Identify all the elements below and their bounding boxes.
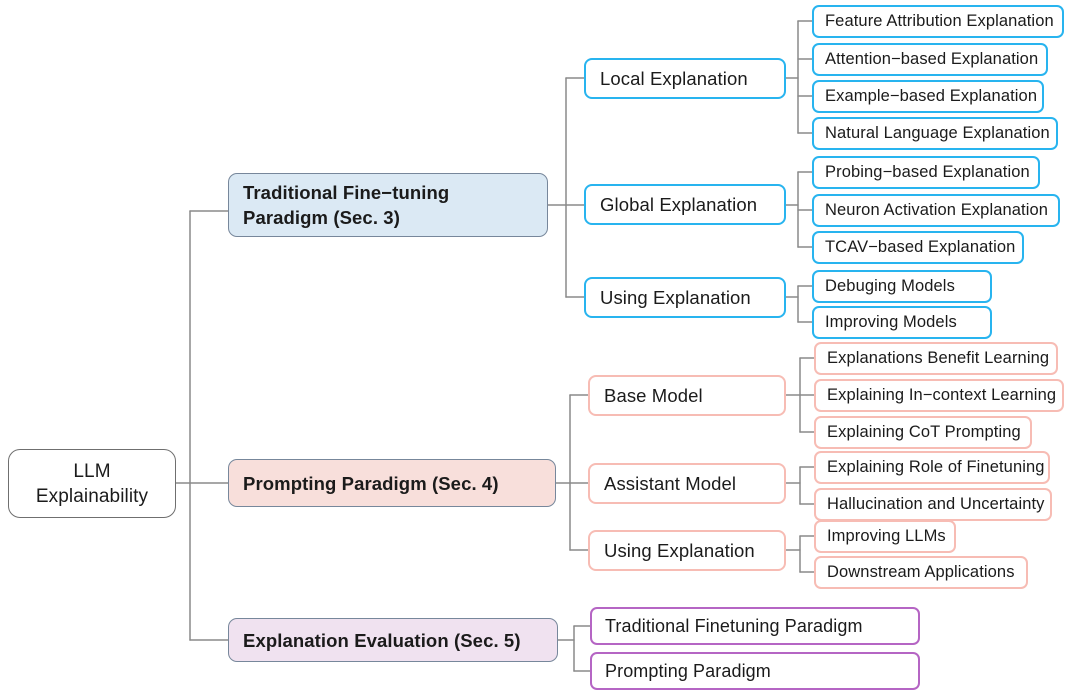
leaf-attention-based-explanation[interactable]: Attention−based Explanation <box>812 43 1048 76</box>
leaf-explaining-in-context-learning-label: Explaining In−context Learning <box>827 386 1057 404</box>
section-traditional-label-line1: Traditional Fine−tuning <box>243 182 450 203</box>
root-label-line1: LLM <box>73 460 111 482</box>
leaf-feature-attribution-explanation-label: Feature Attribution Explanation <box>825 12 1054 30</box>
leaf-probing-based-explanation[interactable]: Probing−based Explanation <box>812 156 1040 189</box>
section-explanation-evaluation[interactable]: Explanation Evaluation (Sec. 5) <box>228 618 558 662</box>
leaf-hallucination-and-uncertainty[interactable]: Hallucination and Uncertainty <box>814 488 1052 521</box>
category-using-explanation-prompting[interactable]: Using Explanation <box>588 530 786 571</box>
leaf-debuging-models[interactable]: Debuging Models <box>812 270 992 303</box>
category-global-explanation[interactable]: Global Explanation <box>584 184 786 225</box>
leaf-explaining-role-of-finetuning[interactable]: Explaining Role of Finetuning <box>814 451 1050 484</box>
leaf-attention-based-explanation-label: Attention−based Explanation <box>825 50 1039 68</box>
category-base-model[interactable]: Base Model <box>588 375 786 416</box>
leaf-natural-language-explanation[interactable]: Natural Language Explanation <box>812 117 1058 150</box>
leaf-prompting-paradigm-label: Prompting Paradigm <box>605 660 771 681</box>
leaf-example-based-explanation[interactable]: Example−based Explanation <box>812 80 1044 113</box>
leaf-downstream-applications[interactable]: Downstream Applications <box>814 556 1028 589</box>
leaf-debuging-models-label: Debuging Models <box>825 277 955 295</box>
leaf-explaining-role-of-finetuning-label: Explaining Role of Finetuning <box>827 458 1045 476</box>
leaf-explanations-benefit-learning[interactable]: Explanations Benefit Learning <box>814 342 1058 375</box>
leaf-natural-language-explanation-label: Natural Language Explanation <box>825 124 1050 142</box>
leaf-improving-models-label: Improving Models <box>825 313 957 331</box>
leaf-example-based-explanation-label: Example−based Explanation <box>825 87 1038 105</box>
category-global-explanation-label: Global Explanation <box>600 193 758 215</box>
category-local-explanation-label: Local Explanation <box>600 67 748 89</box>
section-prompting-paradigm-label: Prompting Paradigm (Sec. 4) <box>243 472 499 494</box>
root-node-llm-explainability[interactable]: LLM Explainability <box>8 449 176 518</box>
section-explanation-evaluation-label: Explanation Evaluation (Sec. 5) <box>243 629 521 651</box>
category-using-explanation-traditional-label: Using Explanation <box>600 286 751 308</box>
leaf-probing-based-explanation-label: Probing−based Explanation <box>825 163 1030 181</box>
leaf-traditional-finetuning-paradigm-label: Traditional Finetuning Paradigm <box>605 615 863 636</box>
mindmap-canvas: LLM Explainability Traditional Fine−tuni… <box>0 0 1080 699</box>
section-traditional-label-line2: Paradigm (Sec. 3) <box>243 207 400 228</box>
leaf-downstream-applications-label: Downstream Applications <box>827 563 1015 581</box>
category-using-explanation-prompting-label: Using Explanation <box>604 539 755 561</box>
leaf-prompting-paradigm[interactable]: Prompting Paradigm <box>590 652 920 690</box>
section-traditional-fine-tuning[interactable]: Traditional Fine−tuning Paradigm (Sec. 3… <box>228 173 548 237</box>
root-label-line2: Explainability <box>35 485 149 507</box>
leaf-improving-llms[interactable]: Improving LLMs <box>814 520 956 553</box>
leaf-tcav-based-explanation[interactable]: TCAV−based Explanation <box>812 231 1024 264</box>
leaf-feature-attribution-explanation[interactable]: Feature Attribution Explanation <box>812 5 1064 38</box>
leaf-explaining-in-context-learning[interactable]: Explaining In−context Learning <box>814 379 1064 412</box>
leaf-traditional-finetuning-paradigm[interactable]: Traditional Finetuning Paradigm <box>590 607 920 645</box>
section-prompting-paradigm[interactable]: Prompting Paradigm (Sec. 4) <box>228 459 556 507</box>
leaf-neuron-activation-explanation[interactable]: Neuron Activation Explanation <box>812 194 1060 227</box>
leaf-explaining-cot-prompting-label: Explaining CoT Prompting <box>827 423 1021 441</box>
category-using-explanation-traditional[interactable]: Using Explanation <box>584 277 786 318</box>
category-assistant-model-label: Assistant Model <box>604 472 737 494</box>
category-local-explanation[interactable]: Local Explanation <box>584 58 786 99</box>
leaf-improving-llms-label: Improving LLMs <box>827 527 946 545</box>
category-assistant-model[interactable]: Assistant Model <box>588 463 786 504</box>
leaf-explanations-benefit-learning-label: Explanations Benefit Learning <box>827 349 1050 367</box>
category-base-model-label: Base Model <box>604 384 703 406</box>
leaf-neuron-activation-explanation-label: Neuron Activation Explanation <box>825 201 1049 219</box>
leaf-tcav-based-explanation-label: TCAV−based Explanation <box>825 238 1016 256</box>
leaf-hallucination-and-uncertainty-label: Hallucination and Uncertainty <box>827 495 1045 513</box>
leaf-improving-models[interactable]: Improving Models <box>812 306 992 339</box>
leaf-explaining-cot-prompting[interactable]: Explaining CoT Prompting <box>814 416 1032 449</box>
